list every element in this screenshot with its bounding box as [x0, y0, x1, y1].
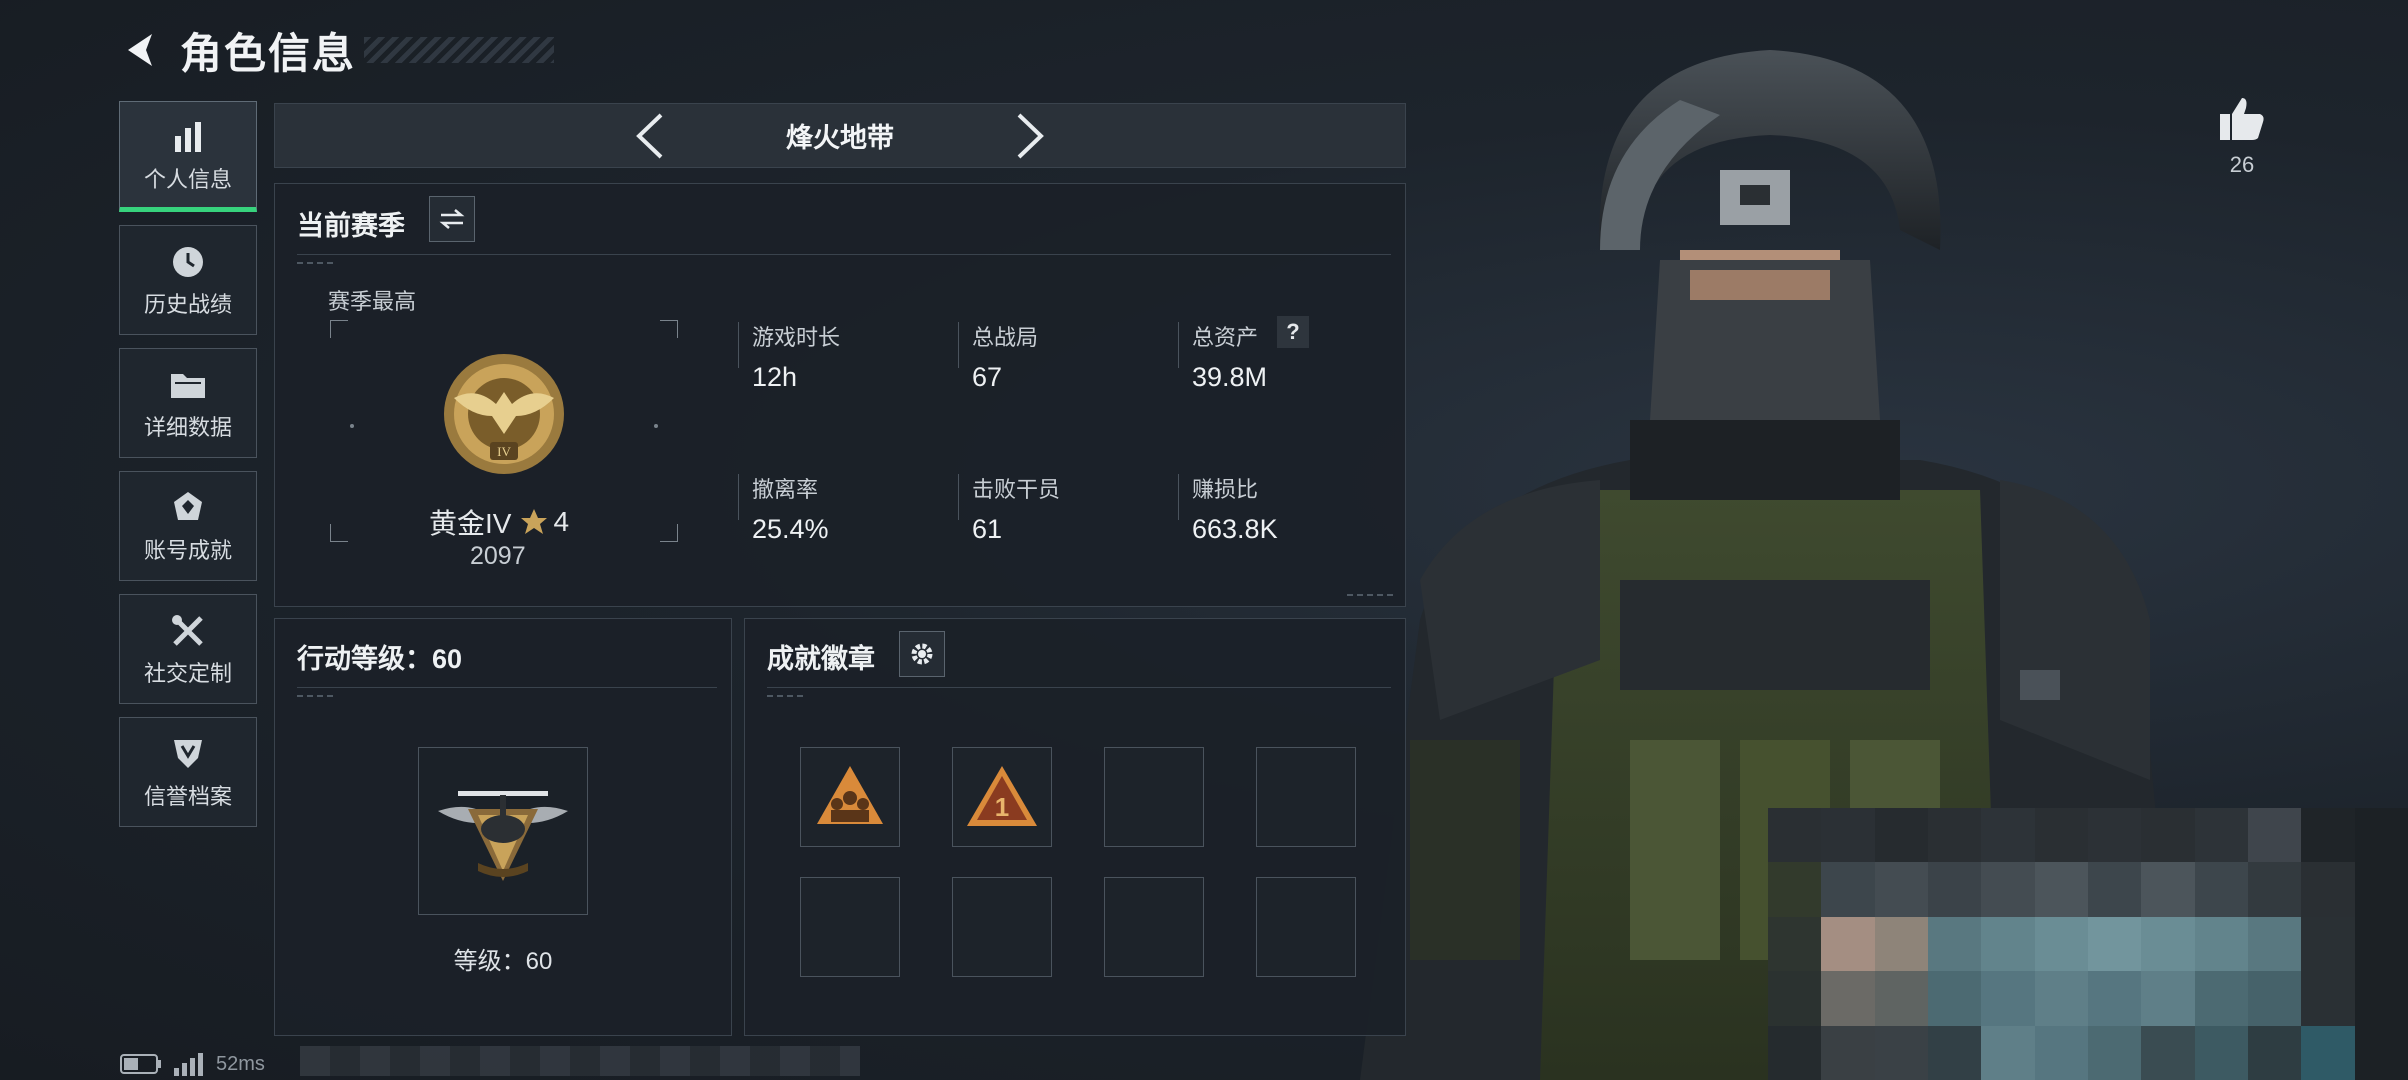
title-decoration — [364, 37, 555, 63]
sidebar-item-achievements[interactable]: 账号成就 — [119, 471, 257, 581]
chevron-left-icon — [636, 113, 663, 158]
tick-decoration — [1347, 594, 1397, 596]
rank-score: 2097 — [470, 542, 526, 570]
level-text: 等级：60 — [453, 948, 553, 975]
stat-value-playtime: 12h — [752, 362, 798, 392]
level-emblem-frame — [418, 747, 588, 915]
sidebar-item-social[interactable]: 社交定制 — [119, 594, 257, 704]
stat-value-profit-ratio: 663.8K — [1192, 514, 1278, 544]
like-button[interactable]: 26 — [2215, 96, 2269, 188]
rank-stars: 4 — [553, 506, 570, 537]
helicopter-level-emblem — [438, 791, 568, 881]
stat-label-playtime: 游戏时长 — [752, 325, 841, 350]
tick-decoration — [297, 695, 337, 697]
rank-name: 黄金IV — [429, 508, 512, 539]
stat-label-assets: 总资产 — [1192, 325, 1259, 350]
achievement-slot[interactable] — [952, 877, 1052, 977]
back-button[interactable] — [118, 26, 166, 74]
thumbs-up-icon — [2220, 98, 2264, 140]
squad-badge-icon — [817, 766, 883, 824]
mode-name: 烽火地带 — [786, 123, 894, 153]
stat-label-matches: 总战局 — [972, 325, 1039, 350]
sidebar-item-history[interactable]: 历史战绩 — [119, 225, 257, 335]
page-title: 角色信息 — [180, 29, 357, 77]
signal-icon — [174, 1053, 203, 1076]
top-bar: 角色信息 — [118, 20, 555, 80]
help-icon: ? — [1286, 319, 1300, 344]
battery-icon — [120, 1054, 161, 1074]
next-mode-button[interactable] — [1000, 106, 1060, 166]
pixelated-region — [1768, 808, 2408, 1080]
season-best-label: 赛季最高 — [328, 289, 417, 314]
first-place-badge-icon: 1 — [967, 766, 1037, 826]
sidebar-item-credit[interactable]: 信誉档案 — [119, 717, 257, 827]
back-arrow-icon — [128, 34, 152, 66]
sidebar-item-label: 详细数据 — [143, 415, 232, 440]
stat-label-extract-rate: 撤离率 — [752, 477, 819, 502]
sidebar-item-label: 历史战绩 — [143, 292, 232, 317]
prev-mode-button[interactable] — [620, 106, 680, 166]
stat-value-kills: 61 — [972, 514, 1003, 544]
achievement-slot[interactable] — [800, 747, 900, 847]
blurred-strip — [300, 1046, 860, 1076]
sidebar-item-label: 信誉档案 — [143, 784, 232, 809]
star-icon — [521, 509, 548, 534]
action-level-title: 行动等级：60 — [297, 644, 463, 674]
action-level-divider — [297, 687, 717, 688]
stat-value-assets: 39.8M — [1192, 362, 1268, 392]
gear-icon — [911, 643, 933, 665]
stat-separator — [738, 474, 739, 520]
sidebar-item-personal-info[interactable]: 个人信息 — [119, 101, 257, 212]
gold-rank-emblem: IV — [444, 354, 564, 474]
stat-label-profit-ratio: 赚损比 — [1192, 477, 1259, 502]
tick-decoration — [297, 262, 337, 264]
achievements-title: 成就徽章 — [767, 644, 875, 674]
stat-separator — [1178, 474, 1179, 520]
achievement-slot[interactable]: 1 — [952, 747, 1052, 847]
action-level-panel: 行动等级：60 等级：60 — [274, 618, 732, 1036]
achievements-divider — [767, 687, 1391, 688]
sidebar: 个人信息 历史战绩 详细数据 账号成就 社交定制 信誉档案 — [119, 101, 257, 840]
stat-value-matches: 67 — [972, 362, 1003, 392]
stat-separator — [738, 322, 739, 368]
svg-text:1: 1 — [995, 792, 1009, 822]
status-bar: 52ms — [120, 1052, 265, 1076]
stat-separator — [958, 474, 959, 520]
swap-icon — [439, 209, 465, 229]
achievement-slot[interactable] — [1104, 877, 1204, 977]
mode-selector: 烽火地带 — [274, 103, 1406, 168]
chevron-right-icon — [1017, 113, 1044, 158]
stat-separator — [1178, 322, 1179, 368]
svg-text:IV: IV — [497, 444, 511, 459]
sidebar-item-label: 社交定制 — [143, 661, 232, 686]
achievement-slot[interactable] — [1104, 747, 1204, 847]
switch-season-button[interactable] — [429, 196, 475, 242]
assets-help-button[interactable]: ? — [1277, 316, 1309, 348]
tick-decoration — [767, 695, 807, 697]
achievement-icon — [170, 487, 206, 529]
tools-icon — [169, 610, 207, 652]
sidebar-item-details[interactable]: 详细数据 — [119, 348, 257, 458]
achievement-slot[interactable] — [800, 877, 900, 977]
stat-value-extract-rate: 25.4% — [752, 514, 829, 544]
clock-icon — [170, 241, 206, 283]
folder-icon — [169, 364, 207, 406]
season-divider — [297, 254, 1391, 255]
achievements-settings-button[interactable] — [899, 631, 945, 677]
shield-icon — [170, 733, 206, 775]
stat-separator — [958, 322, 959, 368]
achievement-slot[interactable] — [1256, 877, 1356, 977]
season-title: 当前赛季 — [297, 211, 405, 241]
bar-chart-icon — [171, 116, 205, 158]
rank-line: 黄金IV 4 — [429, 502, 569, 542]
achievement-slot[interactable] — [1256, 747, 1356, 847]
like-count: 26 — [2229, 152, 2255, 177]
sidebar-item-label: 账号成就 — [143, 538, 232, 563]
ping-text: 52ms — [216, 1052, 265, 1075]
achievements-panel: 成就徽章 1 — [744, 618, 1406, 1036]
stat-label-kills: 击败干员 — [972, 477, 1061, 502]
sidebar-item-label: 个人信息 — [143, 166, 232, 192]
season-panel: 当前赛季 赛季最高 IV 黄金IV 4 2097 游戏时长 12h 总战局 67… — [274, 183, 1406, 607]
